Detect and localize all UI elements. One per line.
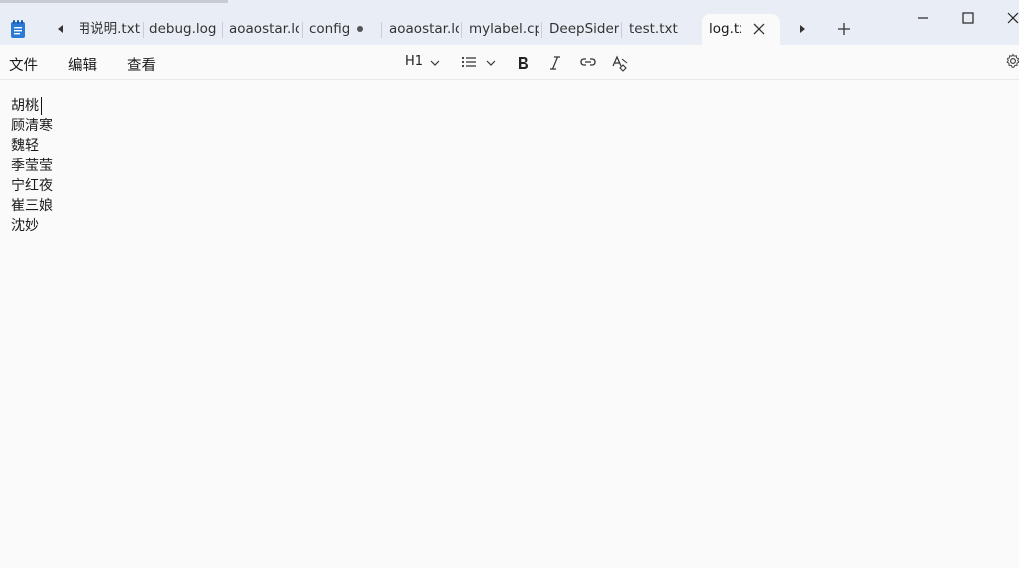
italic-button[interactable]	[548, 53, 562, 73]
chevron-down-icon	[486, 60, 496, 66]
tab-aoaostar-log-2[interactable]: aoaostar.log	[389, 14, 459, 45]
bold-button[interactable]	[516, 53, 530, 73]
tab-usage-txt[interactable]: 使用说明.txt	[80, 14, 140, 45]
close-tab-icon[interactable]	[753, 23, 765, 35]
new-tab-icon[interactable]	[836, 21, 852, 37]
scroll-tabs-right-icon[interactable]	[796, 23, 808, 35]
tab-aoaostar-log[interactable]: aoaostar.log	[229, 14, 299, 45]
tab-separator	[222, 22, 223, 38]
tab-log-txt[interactable]: log.txt	[702, 14, 780, 45]
tab-label: aoaostar.log	[229, 21, 299, 37]
menu-bar: 文件 编辑 查看 H1	[0, 45, 1019, 80]
italic-icon	[550, 56, 560, 70]
list-dropdown[interactable]	[461, 53, 497, 73]
scroll-tabs-left-icon[interactable]	[55, 23, 67, 35]
link-icon	[580, 58, 596, 66]
bold-icon	[519, 57, 528, 69]
tab-label: config	[309, 21, 349, 37]
text-line[interactable]: 宁红夜	[11, 176, 53, 196]
tab-separator	[381, 22, 382, 38]
maximize-icon[interactable]	[962, 12, 974, 24]
link-button[interactable]	[579, 53, 597, 73]
tab-label: 使用说明.txt	[80, 21, 140, 37]
heading-label: H1	[405, 54, 424, 69]
heading-dropdown[interactable]: H1	[400, 53, 442, 73]
tab-debug-log[interactable]: debug.log	[149, 14, 219, 45]
tab-separator	[461, 22, 462, 38]
title-bar: 使用说明.txt debug.log aoaostar.log config a…	[0, 0, 1019, 45]
menu-edit[interactable]: 编辑	[68, 54, 97, 75]
text-line[interactable]: 季莹莹	[11, 156, 53, 176]
menu-file[interactable]: 文件	[9, 54, 38, 75]
scroll-indicator	[0, 0, 228, 3]
tab-deepsider-txt[interactable]: DeepSider安装.txt	[549, 14, 619, 45]
text-caret	[41, 97, 42, 115]
tab-separator	[143, 22, 144, 38]
close-window-icon[interactable]	[1007, 12, 1019, 24]
editor-content[interactable]: 胡桃 顾清寒 魏轻 季莹莹 宁红夜 崔三娘 沈妙	[11, 96, 53, 236]
bulleted-list-icon	[461, 56, 476, 68]
text-line[interactable]: 魏轻	[11, 136, 53, 156]
text-editor[interactable]: 胡桃 顾清寒 魏轻 季莹莹 宁红夜 崔三娘 沈妙	[0, 80, 1019, 568]
text-line[interactable]: 沈妙	[11, 216, 53, 236]
tab-separator	[541, 22, 542, 38]
text-line[interactable]: 胡桃	[11, 96, 53, 116]
minimize-icon[interactable]	[917, 12, 929, 24]
text-line[interactable]: 顾清寒	[11, 116, 53, 136]
tab-label: debug.log	[149, 21, 217, 37]
settings-gear-icon[interactable]	[1005, 53, 1019, 69]
clear-format-button[interactable]	[611, 53, 629, 73]
tab-mylabel-cpp[interactable]: mylabel.cpp	[469, 14, 539, 45]
tab-test-txt[interactable]: test.txt	[629, 14, 695, 45]
unsaved-indicator-icon[interactable]	[357, 26, 363, 32]
notepad-app-icon	[11, 20, 25, 38]
text-line[interactable]: 崔三娘	[11, 196, 53, 216]
tab-config[interactable]: config	[309, 14, 349, 45]
tab-label: mylabel.cpp	[469, 21, 539, 37]
tab-label: test.txt	[629, 21, 678, 37]
menu-view[interactable]: 查看	[127, 54, 156, 75]
tab-separator	[302, 22, 303, 38]
chevron-down-icon	[430, 60, 440, 66]
tab-label: DeepSider安装.txt	[549, 21, 619, 37]
tab-label: aoaostar.log	[389, 21, 459, 37]
tab-separator	[621, 22, 622, 38]
tab-label: log.txt	[709, 21, 741, 37]
clear-formatting-icon	[612, 55, 628, 72]
